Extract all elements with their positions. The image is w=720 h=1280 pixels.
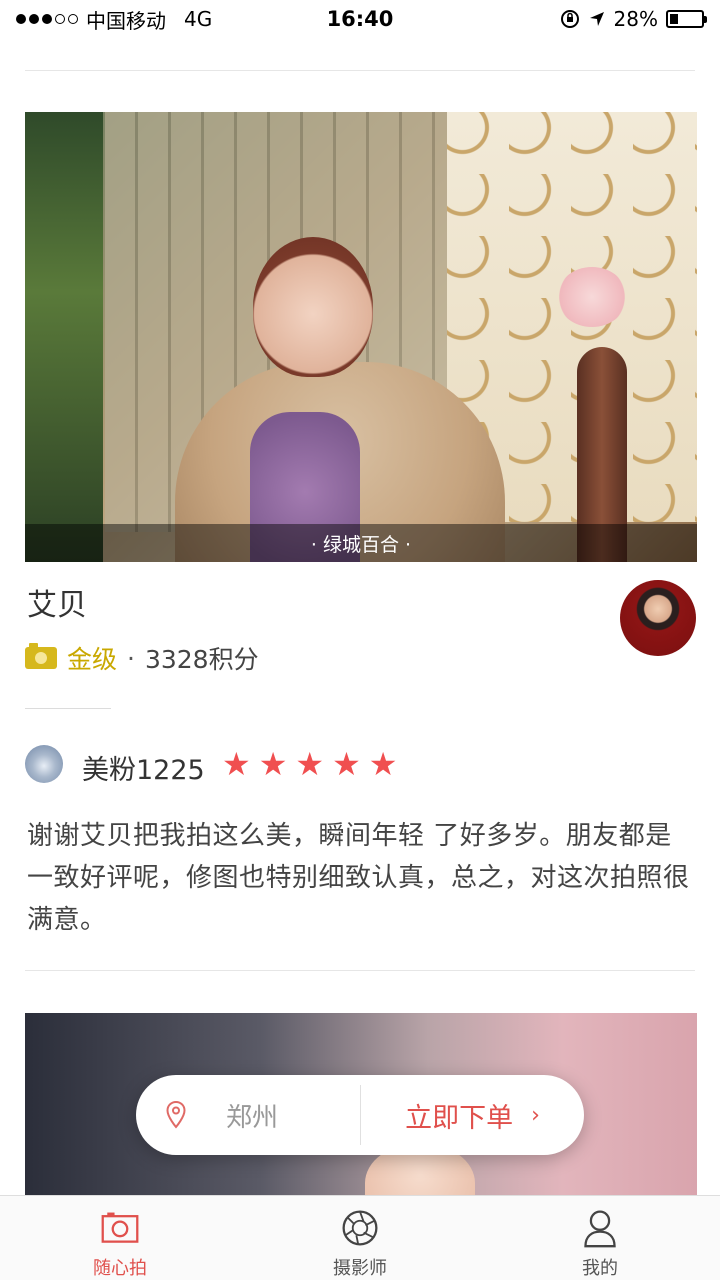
card-divider (25, 970, 695, 971)
city-selector[interactable]: 郑州 (136, 1075, 360, 1155)
photo-lotus (557, 267, 627, 327)
tab-photographer[interactable]: 摄影师 (240, 1196, 480, 1280)
status-right: 28% (444, 7, 707, 31)
star-icon: ★ (258, 745, 288, 783)
photographer-score: 3328积分 (144, 645, 259, 674)
app-screen: 中国移动 4G 16:40 28% · 绿城百合 · 艾贝 金级 · 3328积… (0, 0, 720, 1280)
order-now-button[interactable]: 立即下单 › (361, 1075, 584, 1155)
tab-mine[interactable]: 我的 (480, 1196, 720, 1280)
tab-label-photographer: 摄影师 (333, 1258, 387, 1279)
location-pin-icon (166, 1100, 186, 1129)
signal-strength-icon (16, 14, 78, 24)
rating-stars: ★ ★ ★ ★ ★ (222, 746, 397, 782)
review-text: 谢谢艾贝把我拍这么美，瞬间年轻 了好多岁。朋友都是一致好评呢，修图也特别细致认真… (27, 821, 690, 935)
photo-plant (25, 112, 103, 562)
camera-frame-icon (101, 1212, 139, 1243)
order-now-label: 立即下单 (405, 1102, 514, 1134)
battery-icon (665, 10, 707, 28)
star-icon: ★ (222, 745, 251, 783)
camera-icon (25, 643, 57, 669)
photo-location-caption: · 绿城百合 · (25, 524, 697, 562)
battery-fill (669, 14, 679, 24)
status-bar: 中国移动 4G 16:40 28% (0, 0, 720, 38)
reviewer-avatar (25, 745, 63, 783)
rotation-lock-icon (560, 10, 579, 28)
section-divider (25, 708, 111, 709)
aperture-icon (342, 1210, 378, 1246)
person-icon (584, 1210, 616, 1248)
star-icon: ★ (295, 745, 325, 783)
star-icon: ★ (368, 745, 398, 783)
clock: 16:40 (326, 7, 394, 31)
bottom-tab-bar: 随心拍 摄影师 我的 (0, 1195, 720, 1280)
photographer-level-row: 金级 · 3328积分 (25, 640, 259, 676)
sample-photo[interactable]: · 绿城百合 · (25, 112, 697, 562)
status-left: 中国移动 4G (16, 5, 276, 34)
location-arrow-icon (589, 12, 604, 26)
carrier-name: 中国移动 (86, 8, 166, 33)
network-type: 4G (184, 7, 213, 31)
level-separator: · (127, 643, 135, 673)
star-icon: ★ (332, 745, 361, 783)
chevron-right-icon: › (531, 1102, 540, 1128)
order-action-bar: 郑州 立即下单 › (136, 1075, 584, 1155)
photographer-name[interactable]: 艾贝 (27, 580, 87, 624)
battery-percent: 28% (613, 7, 658, 31)
tab-random-shoot[interactable]: 随心拍 (0, 1196, 240, 1280)
photographer-level: 金级 (67, 645, 118, 674)
reviewer-name: 美粉1225 (82, 755, 205, 786)
tab-label-random-shoot: 随心拍 (93, 1258, 147, 1279)
photo-subject-head (253, 237, 373, 377)
tab-label-mine: 我的 (582, 1258, 618, 1279)
photographer-avatar[interactable] (620, 580, 696, 656)
city-label: 郑州 (226, 1102, 279, 1133)
top-divider (25, 70, 695, 71)
